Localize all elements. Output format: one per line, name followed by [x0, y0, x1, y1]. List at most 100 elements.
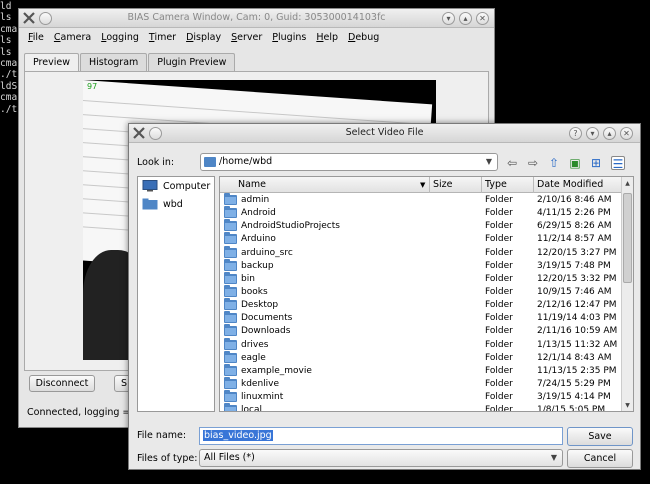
sidebar-item-wbd[interactable]: wbd: [138, 195, 214, 213]
table-row[interactable]: Arduino Folder 11/2/14 8:57 AM: [220, 232, 621, 246]
places-sidebar: Computer wbd: [137, 176, 215, 412]
computer-icon: [142, 180, 158, 192]
terminal-line: ls: [0, 46, 12, 58]
table-row[interactable]: AndroidStudioProjects Folder 6/29/15 8:26 …: [220, 219, 621, 233]
table-row[interactable]: example_movie Folder 11/13/15 2:35 PM: [220, 363, 621, 378]
list-view-icon[interactable]: ⊞: [589, 156, 603, 170]
maximize-icon[interactable]: ▴: [459, 12, 472, 25]
terminal-line: cma: [0, 23, 18, 35]
folder-icon: [224, 232, 237, 245]
folder-icon: [224, 206, 237, 219]
dialog-title: Select Video File: [345, 127, 424, 138]
bias-menubar: File Camera Logging Timer Display Server…: [19, 28, 494, 46]
file-type-cell: Folder: [485, 392, 513, 403]
file-type-cell: Folder: [485, 339, 513, 350]
file-name-cell: kdenlive: [241, 378, 280, 389]
close-icon[interactable]: ✕: [476, 12, 489, 25]
table-row[interactable]: Desktop Folder 2/12/16 12:47 PM: [220, 298, 621, 312]
table-row[interactable]: bin Folder 12/20/15 3:32 PM: [220, 271, 621, 286]
column-date-modified[interactable]: Date Modified: [537, 179, 603, 190]
status-text: Connected, logging =: [27, 407, 131, 418]
scrollbar-thumb[interactable]: [623, 193, 632, 283]
file-type-cell: Folder: [485, 300, 513, 311]
table-row[interactable]: admin Folder 2/10/16 8:46 AM: [220, 193, 621, 207]
column-name[interactable]: Name: [238, 179, 266, 190]
file-name-cell: backup: [241, 260, 274, 271]
folder-icon: [224, 258, 237, 271]
table-row[interactable]: kdenlive Folder 7/24/15 5:29 PM: [220, 376, 621, 391]
chevron-down-icon: ▼: [550, 453, 557, 462]
file-date-cell: 1/13/15 11:32 AM: [537, 339, 618, 350]
file-name-cell: admin: [241, 195, 270, 205]
menu-server[interactable]: Server: [231, 32, 262, 43]
file-name-input[interactable]: bias_video.jpg: [199, 427, 563, 445]
files-of-type-combo[interactable]: All Files (*) ▼: [199, 449, 563, 467]
folder-icon: [224, 311, 237, 324]
table-row[interactable]: Documents Folder 11/19/14 4:03 PM: [220, 311, 621, 325]
menu-debug[interactable]: Debug: [348, 32, 379, 43]
minimize-icon[interactable]: ▾: [442, 12, 455, 25]
file-date-cell: 3/19/15 7:48 PM: [537, 260, 611, 271]
home-folder-icon: [142, 198, 158, 210]
menu-camera[interactable]: Camera: [54, 32, 91, 43]
column-type[interactable]: Type: [485, 179, 507, 190]
parent-directory-icon[interactable]: ⇧: [547, 156, 561, 170]
save-button[interactable]: Save: [567, 427, 633, 446]
file-date-cell: 11/19/14 4:03 PM: [537, 313, 617, 324]
menu-plugins[interactable]: Plugins: [272, 32, 306, 43]
dialog-titlebar: Select Video File ? ▾ ▴ ✕: [129, 124, 640, 143]
tab-histogram[interactable]: Histogram: [79, 53, 148, 71]
terminal-background: ld ls cma ls ls cma ./t ldS cma ./t: [0, 0, 20, 484]
close-icon[interactable]: ✕: [620, 127, 633, 140]
table-row[interactable]: Downloads Folder 2/11/16 10:59 AM: [220, 324, 621, 338]
scroll-up-icon[interactable]: ▲: [622, 179, 633, 189]
disconnect-button[interactable]: Disconnect: [29, 375, 95, 392]
file-type-cell: Folder: [485, 326, 513, 337]
detail-view-icon[interactable]: ☰: [611, 156, 625, 171]
file-type-cell: Folder: [485, 208, 513, 219]
table-row[interactable]: eagle Folder 12/1/14 8:43 AM: [220, 350, 621, 365]
new-folder-icon[interactable]: ▣: [568, 156, 582, 170]
table-row[interactable]: arduino_src Folder 12/20/15 3:27 PM: [220, 245, 621, 260]
table-row[interactable]: linuxmint Folder 3/19/15 4:14 PM: [220, 390, 621, 404]
table-row[interactable]: local Folder 1/8/15 5:05 PM: [220, 403, 621, 412]
file-date-cell: 2/10/16 8:46 AM: [537, 195, 612, 205]
menu-timer[interactable]: Timer: [149, 32, 176, 43]
menu-file[interactable]: File: [28, 32, 44, 43]
file-list-scrollbar[interactable]: ▲ ▼: [621, 177, 633, 411]
table-row[interactable]: drives Folder 1/13/15 11:32 AM: [220, 337, 621, 352]
file-name-cell: linuxmint: [241, 392, 284, 403]
table-row[interactable]: backup Folder 3/19/15 7:48 PM: [220, 258, 621, 273]
file-date-cell: 12/1/14 8:43 AM: [537, 352, 612, 363]
menu-logging[interactable]: Logging: [101, 32, 139, 43]
file-name-cell: Arduino: [241, 234, 276, 245]
menu-display[interactable]: Display: [186, 32, 221, 43]
file-date-cell: 1/8/15 5:05 PM: [537, 405, 606, 412]
back-arrow-icon[interactable]: ⇦: [505, 156, 519, 170]
minimize-icon[interactable]: ▾: [586, 127, 599, 140]
column-size[interactable]: Size: [433, 179, 453, 190]
table-row[interactable]: books Folder 10/9/15 7:46 AM: [220, 284, 621, 299]
file-date-cell: 10/9/15 7:46 AM: [537, 286, 612, 297]
folder-icon: [224, 298, 237, 311]
sidebar-item-label: wbd: [163, 198, 183, 210]
sidebar-item-computer[interactable]: Computer: [138, 177, 214, 195]
file-name-cell: arduino_src: [241, 247, 293, 258]
table-row[interactable]: Android Folder 4/11/15 2:26 PM: [220, 206, 621, 220]
look-in-combo[interactable]: /home/wbd ▼: [200, 153, 498, 171]
menu-help[interactable]: Help: [316, 32, 338, 43]
tab-preview[interactable]: Preview: [24, 53, 79, 72]
file-name-cell: Android: [241, 208, 276, 219]
forward-arrow-icon[interactable]: ⇨: [526, 156, 540, 170]
cancel-button[interactable]: Cancel: [567, 449, 633, 468]
file-type-cell: Folder: [485, 260, 513, 271]
tab-plugin-preview[interactable]: Plugin Preview: [148, 53, 236, 71]
terminal-line: cma: [0, 92, 18, 104]
frame-number: 97: [87, 82, 98, 91]
scroll-down-icon[interactable]: ▼: [622, 401, 633, 411]
files-of-type-value: All Files (*): [204, 452, 255, 463]
maximize-icon[interactable]: ▴: [603, 127, 616, 140]
file-name-cell: Desktop: [241, 300, 279, 311]
help-icon[interactable]: ?: [569, 127, 582, 140]
file-date-cell: 3/19/15 4:14 PM: [537, 392, 611, 403]
